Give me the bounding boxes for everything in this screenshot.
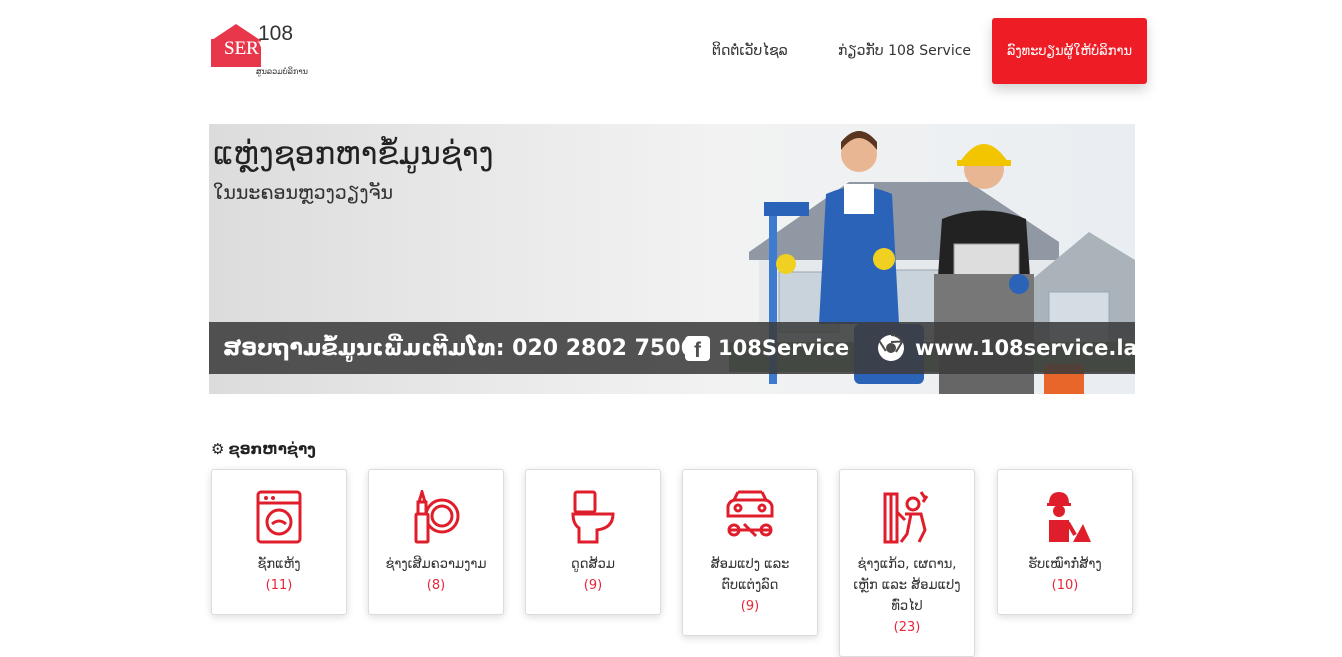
category-count: (9) — [583, 578, 603, 593]
section-title-text: ຊອກຫາຊ່າງ — [228, 440, 316, 458]
phone-text: ສອບຖາມຂໍ້ມູນເພີ່ມເຕີມໂທ: 020 2802 7506 — [223, 335, 696, 361]
category-name: ຮັບເໝົາກໍ່ສ້າງ — [1028, 557, 1102, 572]
category-count: (9) — [740, 599, 760, 614]
category-card-laundry[interactable]: ຊັກແຫ້ງ (11) — [211, 469, 347, 615]
category-name: ຊັກແຫ້ງ — [257, 557, 301, 572]
hero-banner: ແຫຼ່ງຊອກຫາຂໍ້ມູນຊ່າງ ໃນນະຄອນຫຼວງວຽງຈັນ ສ… — [209, 124, 1135, 394]
nav-about-link[interactable]: ກ່ຽວກັບ 108 Service — [838, 18, 971, 84]
logo-tagline: ສູນລວມບໍລິການ — [256, 67, 308, 76]
website-info: www.108service.la — [877, 322, 1135, 374]
facebook-icon: f — [685, 335, 710, 361]
category-name: ຊ່າງເສີມຄວາມງາມ — [385, 557, 487, 572]
logo[interactable]: 108 SERVICE ສູນລວມບໍລິການ — [210, 22, 310, 80]
banner-subtitle: ໃນນະຄອນຫຼວງວຽງຈັນ — [213, 182, 394, 204]
register-provider-label: ລົງທະບຽນຜູ້ໃຫ້ບໍລິການ — [1006, 43, 1133, 59]
category-card-construction[interactable]: ຮັບເໝົາກໍ່ສ້າງ (10) — [997, 469, 1133, 615]
category-card-car-repair[interactable]: ສ້ອມແປງ ແລະ ຕົບແຕ່ງລົດ (9) — [682, 469, 818, 636]
banner-title: ແຫຼ່ງຊອກຫາຂໍ້ມູນຊ່າງ — [213, 136, 494, 172]
website-text: www.108service.la — [915, 336, 1135, 360]
toilet-icon — [571, 490, 615, 544]
nav-about-label: ກ່ຽວກັບ 108 Service — [838, 43, 972, 59]
facebook-text: 108Service — [718, 336, 850, 360]
beauty-icon — [414, 490, 460, 544]
washing-machine-icon — [256, 490, 302, 544]
facebook-info: f 108Service — [685, 322, 849, 374]
gear-icon: ⚙ — [211, 440, 225, 458]
register-provider-button[interactable]: ລົງທະບຽນຜູ້ໃຫ້ບໍລິການ — [992, 18, 1147, 84]
category-name: ດູດສ້ວມ — [571, 557, 615, 572]
category-count: (8) — [426, 578, 446, 593]
category-count: (23) — [893, 620, 921, 635]
construction-worker-icon — [1047, 492, 1091, 542]
banner-contact-bar: ສອບຖາມຂໍ້ມູນເພີ່ມເຕີມໂທ: 020 2802 7506 f… — [209, 322, 1135, 374]
category-name: ສ້ອມແປງ ແລະ ຕົບແຕ່ງລົດ — [710, 557, 790, 593]
section-title: ⚙ ຊອກຫາຊ່າງ — [211, 440, 316, 458]
browser-icon — [878, 334, 904, 361]
nav-contact-link[interactable]: ຕິດຕໍ່ເວັບໄຊລ — [712, 18, 788, 84]
car-repair-icon — [726, 490, 774, 538]
phone-info: ສອບຖາມຂໍ້ມູນເພີ່ມເຕີມໂທ: 020 2802 7506 — [223, 322, 696, 374]
category-card-beauty[interactable]: ຊ່າງເສີມຄວາມງາມ (8) — [368, 469, 504, 615]
nav-contact-label: ຕິດຕໍ່ເວັບໄຊລ — [712, 43, 788, 59]
welder-icon — [883, 491, 929, 544]
category-count: (11) — [265, 578, 293, 593]
category-name: ຊ່າງແກ້ວ, ເຜດານ, ເຫຼັກ ແລະ ສ້ອມແປງທົ່ວໄປ — [853, 557, 961, 614]
logo-brand: SERVICE — [224, 38, 302, 59]
category-count: (10) — [1051, 578, 1079, 593]
category-card-toilet[interactable]: ດູດສ້ວມ (9) — [525, 469, 661, 615]
category-card-general-repair[interactable]: ຊ່າງແກ້ວ, ເຜດານ, ເຫຼັກ ແລະ ສ້ອມແປງທົ່ວໄປ… — [839, 469, 975, 657]
